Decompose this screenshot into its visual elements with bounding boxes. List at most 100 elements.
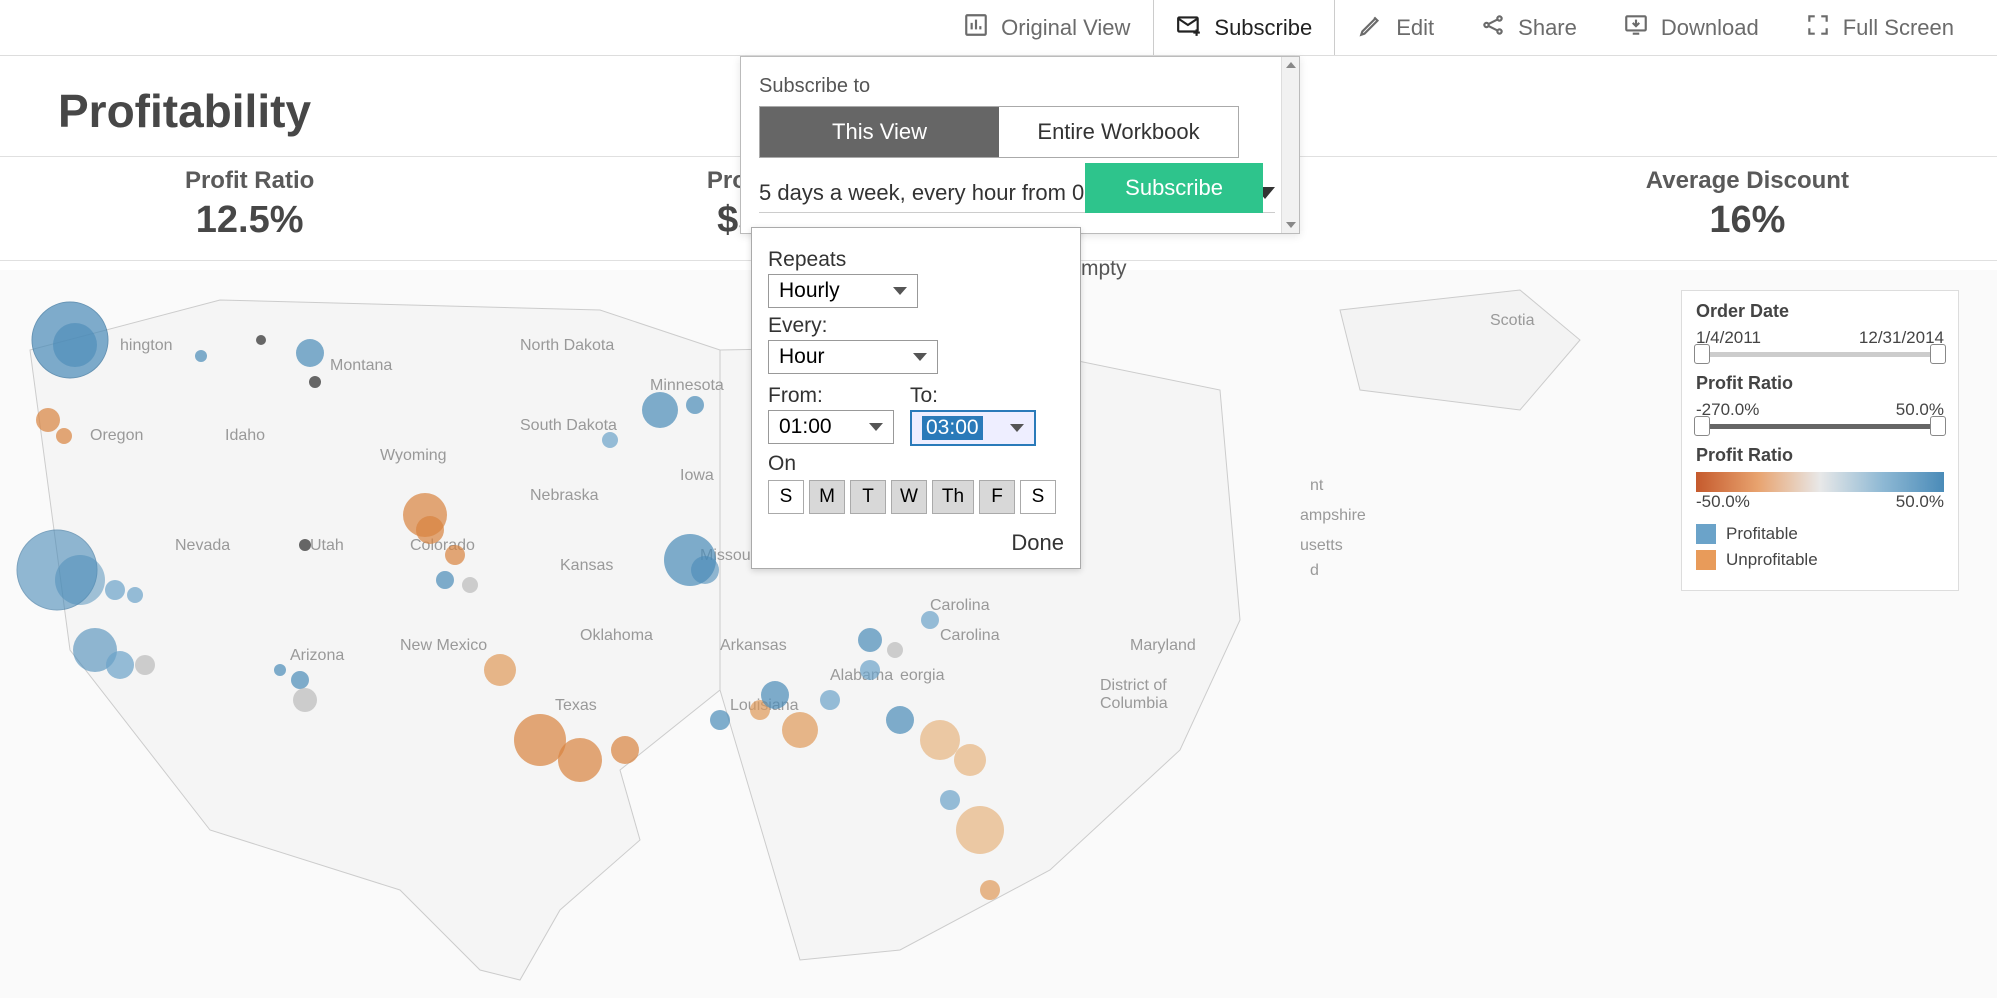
original-view-label: Original View [1001,15,1130,41]
order-date-title: Order Date [1696,301,1944,322]
svg-text:d: d [1310,562,1319,579]
svg-text:Oklahoma: Oklahoma [580,627,653,644]
svg-text:Maryland: Maryland [1130,637,1196,654]
svg-text:Scotia: Scotia [1490,312,1535,329]
slider-handle-right[interactable] [1930,416,1946,436]
slider-handle-left[interactable] [1694,344,1710,364]
subscribe-to-label: Subscribe to [759,75,1281,98]
gradient-min: -50.0% [1696,492,1750,512]
svg-text:Montana: Montana [330,357,392,374]
days-of-week: S M T W Th F S [768,480,1064,514]
download-label: Download [1661,15,1759,41]
legend-key-label: Profitable [1726,524,1798,544]
svg-text:Utah: Utah [310,537,344,554]
pencil-icon [1358,12,1384,44]
kpi-value: 16% [1498,199,1997,242]
every-select[interactable]: Hour [768,340,938,374]
svg-text:Oregon: Oregon [90,427,143,444]
svg-text:District of: District of [1100,677,1167,694]
svg-text:eorgia: eorgia [900,667,945,684]
fullscreen-button[interactable]: Full Screen [1782,0,1977,55]
repeats-select[interactable]: Hourly [768,274,918,308]
svg-text:Arizona: Arizona [290,647,344,664]
day-thu[interactable]: Th [932,480,974,514]
every-value: Hour [779,345,825,369]
day-sat[interactable]: S [1020,480,1056,514]
order-date-slider[interactable] [1696,352,1944,357]
fullscreen-label: Full Screen [1843,15,1954,41]
from-time-select[interactable]: 01:00 [768,410,894,444]
this-view-toggle[interactable]: This View [760,107,999,157]
to-value: 03:00 [922,416,983,440]
legend-key-profitable[interactable]: Profitable [1696,524,1944,544]
from-label: From: [768,384,894,408]
chevron-down-icon [869,423,883,431]
svg-text:New Mexico: New Mexico [400,637,487,654]
svg-text:Texas: Texas [555,697,597,714]
chevron-down-icon [913,353,927,361]
bar-chart-icon [963,12,989,44]
svg-text:Nebraska: Nebraska [530,487,599,504]
legend-key-label: Unprofitable [1726,550,1818,570]
to-time-select[interactable]: 03:00 [910,410,1036,446]
download-button[interactable]: Download [1600,0,1782,55]
gradient-max: 50.0% [1896,492,1944,512]
kpi-label: Profit Ratio [0,167,499,195]
day-wed[interactable]: W [891,480,927,514]
subscribe-button[interactable]: Subscribe [1153,0,1335,55]
svg-text:Nevada: Nevada [175,537,230,554]
fullscreen-icon [1805,12,1831,44]
download-icon [1623,12,1649,44]
day-fri[interactable]: F [979,480,1015,514]
svg-text:Kansas: Kansas [560,557,613,574]
subscribe-submit-button[interactable]: Subscribe [1085,163,1263,213]
color-swatch-blue [1696,524,1716,544]
svg-text:ampshire: ampshire [1300,507,1366,524]
svg-text:Colorado: Colorado [410,537,475,554]
from-value: 01:00 [779,415,832,439]
subscribe-scope-toggle: This View Entire Workbook [759,106,1239,158]
filter-legend-panel: Order Date 1/4/2011 12/31/2014 Profit Ra… [1681,290,1959,591]
day-mon[interactable]: M [809,480,845,514]
svg-text:Minnesota: Minnesota [650,377,724,394]
schedule-detail-panel: Repeats Hourly Every: Hour From: 01:00 T… [751,227,1081,569]
kpi-value: 12.5% [0,199,499,242]
share-label: Share [1518,15,1577,41]
mail-plus-icon [1176,12,1202,44]
repeats-label: Repeats [768,248,1064,272]
edit-label: Edit [1396,15,1434,41]
day-sun[interactable]: S [768,480,804,514]
svg-text:Carolina: Carolina [940,627,1000,644]
kpi-label: Average Discount [1498,167,1997,195]
svg-text:Wyoming: Wyoming [380,447,447,464]
day-tue[interactable]: T [850,480,886,514]
color-gradient-bar [1696,472,1944,492]
svg-text:nt: nt [1310,477,1324,494]
color-swatch-orange [1696,550,1716,570]
entire-workbook-toggle[interactable]: Entire Workbook [999,107,1238,157]
profit-ratio-legend-title: Profit Ratio [1696,445,1944,466]
repeats-value: Hourly [779,279,840,303]
slider-handle-left[interactable] [1694,416,1710,436]
edit-button[interactable]: Edit [1335,0,1457,55]
slider-handle-right[interactable] [1930,344,1946,364]
share-icon [1480,12,1506,44]
original-view-button[interactable]: Original View [940,0,1153,55]
chevron-down-icon [1010,424,1024,432]
empty-condition-label: mpty [1081,257,1127,281]
svg-text:South Dakota: South Dakota [520,417,617,434]
legend-key-unprofitable[interactable]: Unprofitable [1696,550,1944,570]
share-button[interactable]: Share [1457,0,1600,55]
svg-text:hington: hington [120,337,173,354]
svg-text:Iowa: Iowa [680,467,714,484]
svg-text:usetts: usetts [1300,537,1343,554]
toolbar: Original View Subscribe Edit Share Downl… [0,0,1997,56]
scrollbar[interactable] [1281,57,1299,233]
done-button[interactable]: Done [768,530,1064,556]
chevron-down-icon [893,287,907,295]
profit-ratio-slider[interactable] [1696,424,1944,429]
subscribe-popup: Subscribe to This View Entire Workbook 5… [740,56,1300,234]
svg-text:Carolina: Carolina [930,597,990,614]
kpi-avg-discount: Average Discount 16% [1498,157,1997,260]
svg-text:Columbia: Columbia [1100,695,1168,712]
